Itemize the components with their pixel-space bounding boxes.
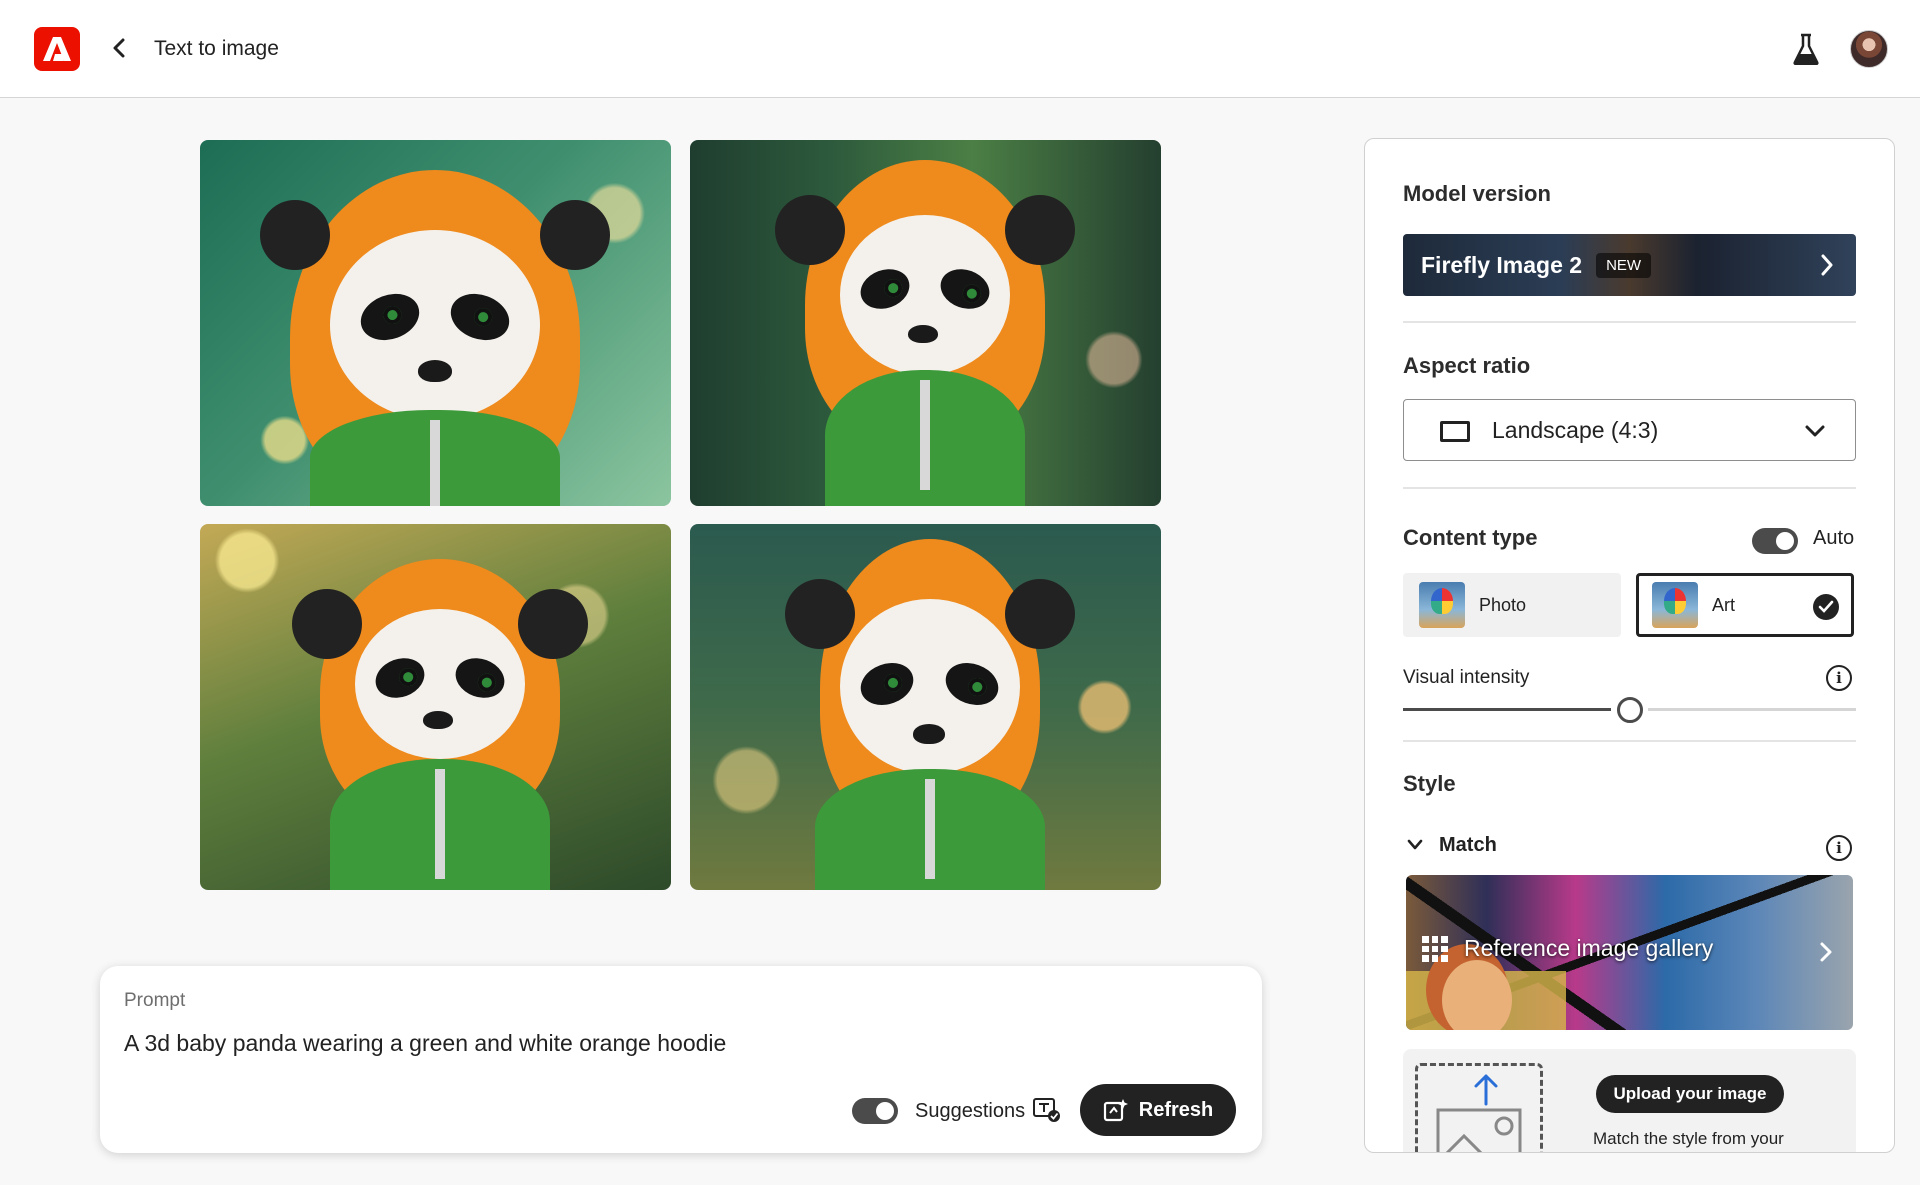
- divider: [1403, 487, 1856, 489]
- suggestions-label: Suggestions: [915, 1100, 1026, 1122]
- panda-illustration: [260, 170, 610, 506]
- content-type-art[interactable]: Art: [1636, 573, 1854, 637]
- adobe-logo[interactable]: [34, 27, 80, 71]
- checkmark-icon: [1813, 594, 1839, 620]
- new-badge: NEW: [1596, 252, 1652, 278]
- top-bar: Text to image: [0, 0, 1920, 98]
- aspect-ratio-dropdown[interactable]: Landscape (4:3): [1403, 399, 1856, 461]
- prompt-label: Prompt: [124, 990, 186, 1011]
- slider-track-filled: [1403, 708, 1611, 711]
- panda-image-1[interactable]: [200, 140, 671, 506]
- back-button[interactable]: [106, 34, 132, 62]
- divider: [1403, 321, 1856, 323]
- user-avatar[interactable]: [1850, 30, 1888, 68]
- panda-illustration: [785, 539, 1075, 890]
- hot-air-balloon-thumbnail: [1652, 582, 1698, 628]
- refresh-button[interactable]: Refresh: [1080, 1084, 1236, 1136]
- content-type-photo[interactable]: Photo: [1403, 573, 1621, 637]
- upload-image-button[interactable]: Upload your image: [1596, 1075, 1784, 1113]
- hot-air-balloon-thumbnail: [1419, 582, 1465, 628]
- visual-intensity-slider[interactable]: [1617, 697, 1643, 723]
- info-icon[interactable]: i: [1826, 665, 1852, 691]
- model-name: Firefly Image 2: [1421, 251, 1583, 278]
- chevron-down-icon: [1805, 425, 1825, 437]
- gallery-label: Reference image gallery: [1464, 935, 1714, 961]
- model-version-heading: Model version: [1403, 181, 1551, 206]
- panda-image-3[interactable]: [200, 524, 671, 890]
- style-heading: Style: [1403, 771, 1456, 796]
- content-type-label: Art: [1712, 595, 1736, 615]
- prompt-input[interactable]: A 3d baby panda wearing a green and whit…: [124, 1030, 726, 1057]
- auto-toggle[interactable]: [1752, 528, 1798, 554]
- match-section-toggle[interactable]: Match: [1403, 829, 1856, 865]
- slider-track-empty: [1648, 708, 1856, 711]
- chevron-left-icon: [113, 38, 125, 58]
- prompt-box: Prompt A 3d baby panda wearing a green a…: [100, 966, 1262, 1153]
- suggestions-settings-icon[interactable]: [1032, 1096, 1062, 1124]
- panda-image-2[interactable]: [690, 140, 1161, 506]
- sparkle-refresh-icon: [1103, 1099, 1128, 1122]
- suggestions-toggle[interactable]: [852, 1098, 898, 1124]
- chevron-right-icon: [1821, 254, 1833, 276]
- grid-icon: [1422, 936, 1448, 962]
- settings-panel: Model version Firefly Image 2 NEW Aspect…: [1364, 138, 1895, 1153]
- gallery-thumbnail: [1442, 960, 1512, 1030]
- auto-label: Auto: [1813, 527, 1855, 549]
- panda-illustration: [775, 160, 1075, 506]
- panda-image-4[interactable]: [690, 524, 1161, 890]
- upload-card: Upload your image Match the style from y…: [1403, 1049, 1856, 1152]
- page-title: Text to image: [154, 37, 279, 60]
- chevron-down-icon: [1407, 839, 1423, 850]
- panda-illustration: [292, 559, 588, 890]
- upload-dropzone[interactable]: [1415, 1063, 1543, 1152]
- landscape-icon: [1440, 421, 1470, 442]
- reference-image-gallery-button[interactable]: Reference image gallery: [1406, 875, 1853, 1030]
- adobe-a-icon: [43, 37, 71, 61]
- visual-intensity-label: Visual intensity: [1403, 667, 1530, 688]
- model-version-button[interactable]: Firefly Image 2 NEW: [1403, 234, 1856, 296]
- content-type-label: Photo: [1479, 595, 1527, 615]
- aspect-ratio-value: Landscape (4:3): [1492, 417, 1659, 443]
- image-upload-icon: [1436, 1074, 1522, 1152]
- refresh-label: Refresh: [1138, 1098, 1214, 1121]
- divider: [1403, 740, 1856, 742]
- info-icon[interactable]: i: [1826, 835, 1852, 861]
- match-label: Match: [1439, 834, 1497, 856]
- content-type-heading: Content type: [1403, 525, 1538, 550]
- aspect-ratio-heading: Aspect ratio: [1403, 353, 1531, 378]
- chevron-right-icon: [1820, 942, 1832, 962]
- beaker-icon[interactable]: [1792, 32, 1820, 66]
- upload-description: Match the style from your: [1593, 1129, 1784, 1148]
